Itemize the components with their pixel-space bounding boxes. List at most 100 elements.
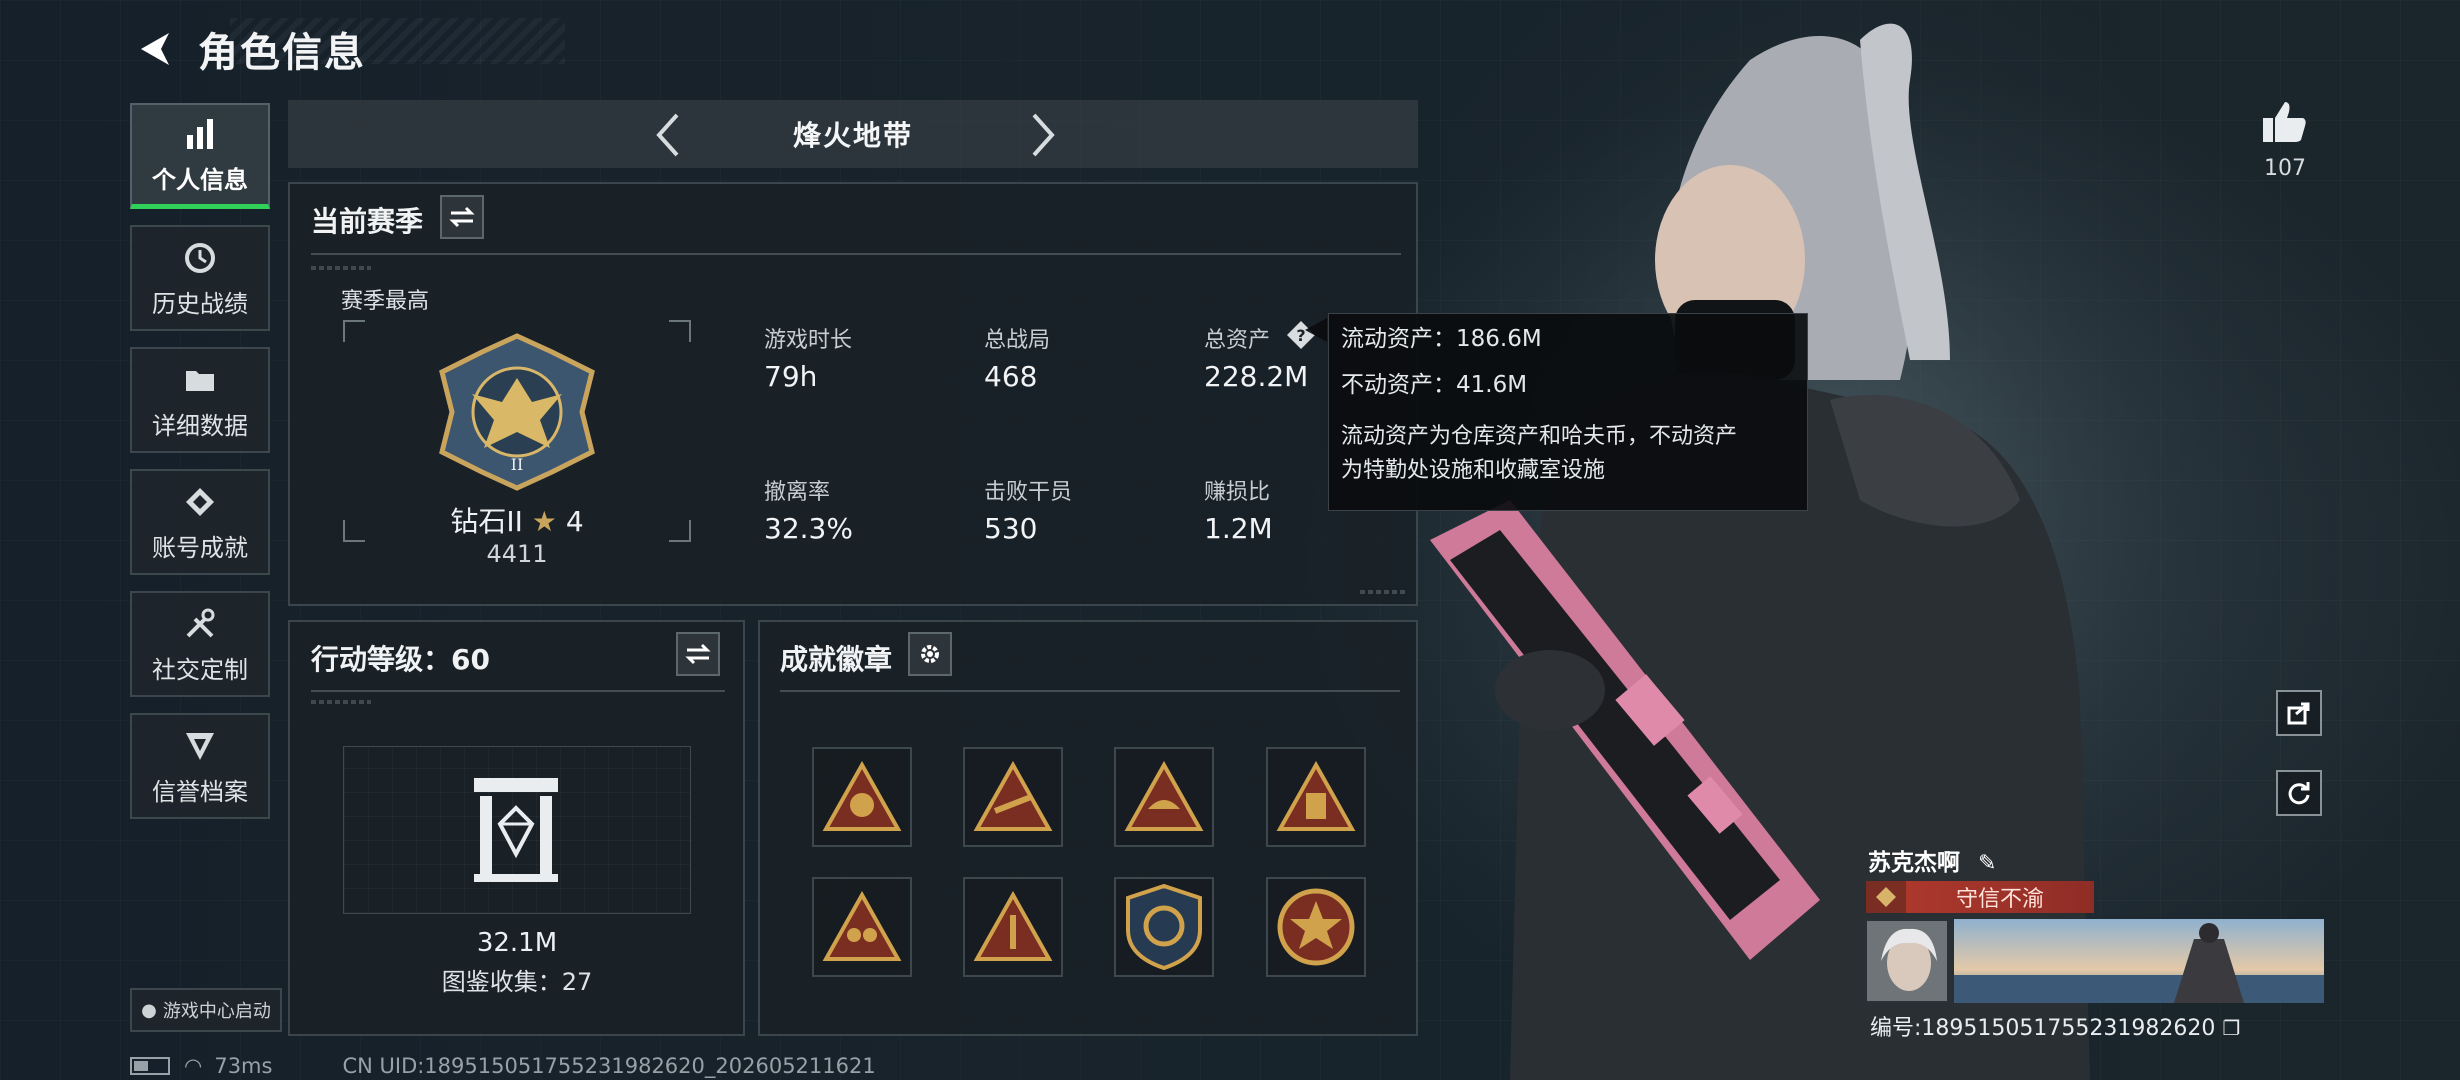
mode-selector: 烽火地带 (288, 100, 1418, 168)
badge-item[interactable] (812, 877, 912, 977)
star-badge-icon (1277, 888, 1355, 966)
player-uid: 编号:18951505175523198262​0 ❐ (1870, 1010, 2240, 1042)
svg-text:II: II (511, 455, 524, 474)
decorative-text (1360, 590, 1406, 594)
collection-value: 32.1M (476, 928, 558, 958)
back-arrow-icon[interactable] (130, 24, 180, 74)
sidebar-item-label: 个人信息 (152, 166, 248, 194)
tools-icon (180, 604, 220, 644)
vault-icon (474, 778, 558, 882)
sidebar-item-label: 信誉档案 (152, 777, 248, 806)
game-center-label: 游戏中心启动 (162, 1001, 271, 1022)
like-count: 107 (2264, 156, 2306, 181)
achievement-icon (180, 482, 220, 522)
tooltip-fixed: 不动资产：41.6M (1341, 372, 1528, 398)
collection-label: 图鉴收集：27 (441, 968, 593, 996)
game-center-button[interactable]: ● 游戏中心启动 (130, 988, 282, 1032)
player-title-text: 守信不渝 (1955, 887, 2044, 912)
stat-label: 游戏时长 (764, 328, 853, 353)
battery-icon (130, 1057, 170, 1075)
stat-value: 530 (984, 512, 1038, 545)
player-name: 苏克杰啊 ✎ (1868, 843, 1996, 877)
bar-chart-icon (180, 114, 220, 154)
triangle-badge-icon (973, 761, 1053, 831)
stat-value: 1.2M (1204, 512, 1273, 545)
rank-emblem-icon: II (439, 333, 595, 491)
swap-level-button[interactable] (676, 632, 720, 676)
wifi-icon: ◠ (184, 1054, 203, 1078)
tooltip-desc-1: 流动资产为仓库资产和哈夫币，不动资产 (1341, 424, 1738, 449)
player-title-badge[interactable]: 守信不渝 (1866, 881, 2094, 913)
badge-item[interactable] (963, 877, 1063, 977)
triangle-badge-icon (973, 891, 1053, 961)
stat-label: 击败干员 (984, 480, 1073, 505)
player-name-text: 苏克杰啊 (1868, 850, 1960, 876)
character-art (1390, 0, 2290, 1080)
triangle-badge-icon (822, 891, 902, 961)
rank-label: 钻石II (450, 505, 523, 538)
profile-banner[interactable] (1954, 919, 2324, 1003)
share-icon (2287, 702, 2310, 725)
badge-item[interactable] (1266, 747, 1366, 847)
player-uid-text: 编号:18951505175523198262​0 (1870, 1016, 2216, 1041)
avatar[interactable] (1865, 919, 1949, 1003)
badge-item[interactable] (963, 747, 1063, 847)
rank-star-count: 4 (565, 505, 584, 538)
badge-item[interactable] (1266, 877, 1366, 977)
stat-value: 228.2M (1204, 360, 1309, 393)
stat-value: 79h (764, 360, 818, 393)
star-icon: ★ (531, 505, 557, 538)
decorative-text (311, 700, 371, 704)
chevron-left-icon[interactable] (643, 110, 693, 160)
stat-label: 赚损比 (1204, 480, 1271, 505)
season-subtitle: 赛季最高 (341, 289, 430, 314)
season-title: 当前赛季 (311, 205, 424, 238)
sidebar-item-personal-info[interactable]: 个人信息 (130, 103, 270, 209)
share-button[interactable] (2276, 690, 2322, 736)
action-level-title: 行动等级：60 (311, 643, 490, 676)
folder-icon (180, 360, 220, 400)
shield-badge-icon (1126, 883, 1202, 971)
tooltip-liquid: 流动资产：186.6M (1341, 326, 1542, 352)
badge-item[interactable] (812, 747, 912, 847)
sidebar-item-history[interactable]: 历史战绩 (130, 225, 270, 331)
sidebar-item-social[interactable]: 社交定制 (130, 591, 270, 697)
sidebar-item-credit[interactable]: 信誉档案 (130, 713, 270, 819)
divider (311, 253, 1401, 255)
divider (780, 690, 1400, 692)
stat-label: 总资产 (1204, 328, 1271, 353)
stat-value: 32.3% (764, 512, 853, 545)
badge-settings-button[interactable] (908, 632, 952, 676)
swap-icon (685, 643, 711, 665)
copy-icon[interactable]: ❐ (2222, 1016, 2240, 1040)
ping-text: 73ms (214, 1054, 273, 1078)
tooltip-desc-2: 为特勤处设施和收藏室设施 (1341, 458, 1606, 483)
badge-item[interactable] (1114, 877, 1214, 977)
uid-text: CN UID:18951505175523198262​0_2026052116… (342, 1054, 876, 1078)
sidebar-item-label: 账号成就 (152, 533, 248, 562)
sidebar-item-label: 社交定制 (152, 655, 248, 684)
stat-label: 总战局 (984, 328, 1051, 353)
sidebar-item-label: 历史战绩 (152, 289, 248, 318)
refresh-icon (2288, 782, 2310, 805)
decorative-text (311, 266, 371, 270)
penguin-icon: ● (141, 999, 157, 1021)
swap-icon (449, 206, 475, 228)
sidebar-item-details[interactable]: 详细数据 (130, 347, 270, 453)
refresh-button[interactable] (2276, 770, 2322, 816)
thumbs-up-icon[interactable] (2258, 96, 2310, 148)
stat-value: 468 (984, 360, 1038, 393)
title-emblem-icon (1866, 881, 1906, 913)
triangle-badge-icon (1276, 761, 1356, 831)
triangle-badge-icon (822, 761, 902, 831)
sidebar-item-achievements[interactable]: 账号成就 (130, 469, 270, 575)
edit-icon[interactable]: ✎ (1978, 851, 1996, 876)
chevron-right-icon[interactable] (1018, 110, 1068, 160)
badge-item[interactable] (1114, 747, 1214, 847)
status-bar: ◠ 73ms CN UID:18951505175523198262​0_202… (130, 1054, 876, 1078)
asset-tooltip: 流动资产：186.6M 不动资产：41.6M 流动资产为仓库资产和哈夫币，不动资… (1328, 313, 1808, 511)
history-icon (180, 238, 220, 278)
swap-season-button[interactable] (440, 195, 484, 239)
tooltip-notch (1305, 318, 1327, 342)
page-title: 角色信息 (198, 30, 366, 76)
